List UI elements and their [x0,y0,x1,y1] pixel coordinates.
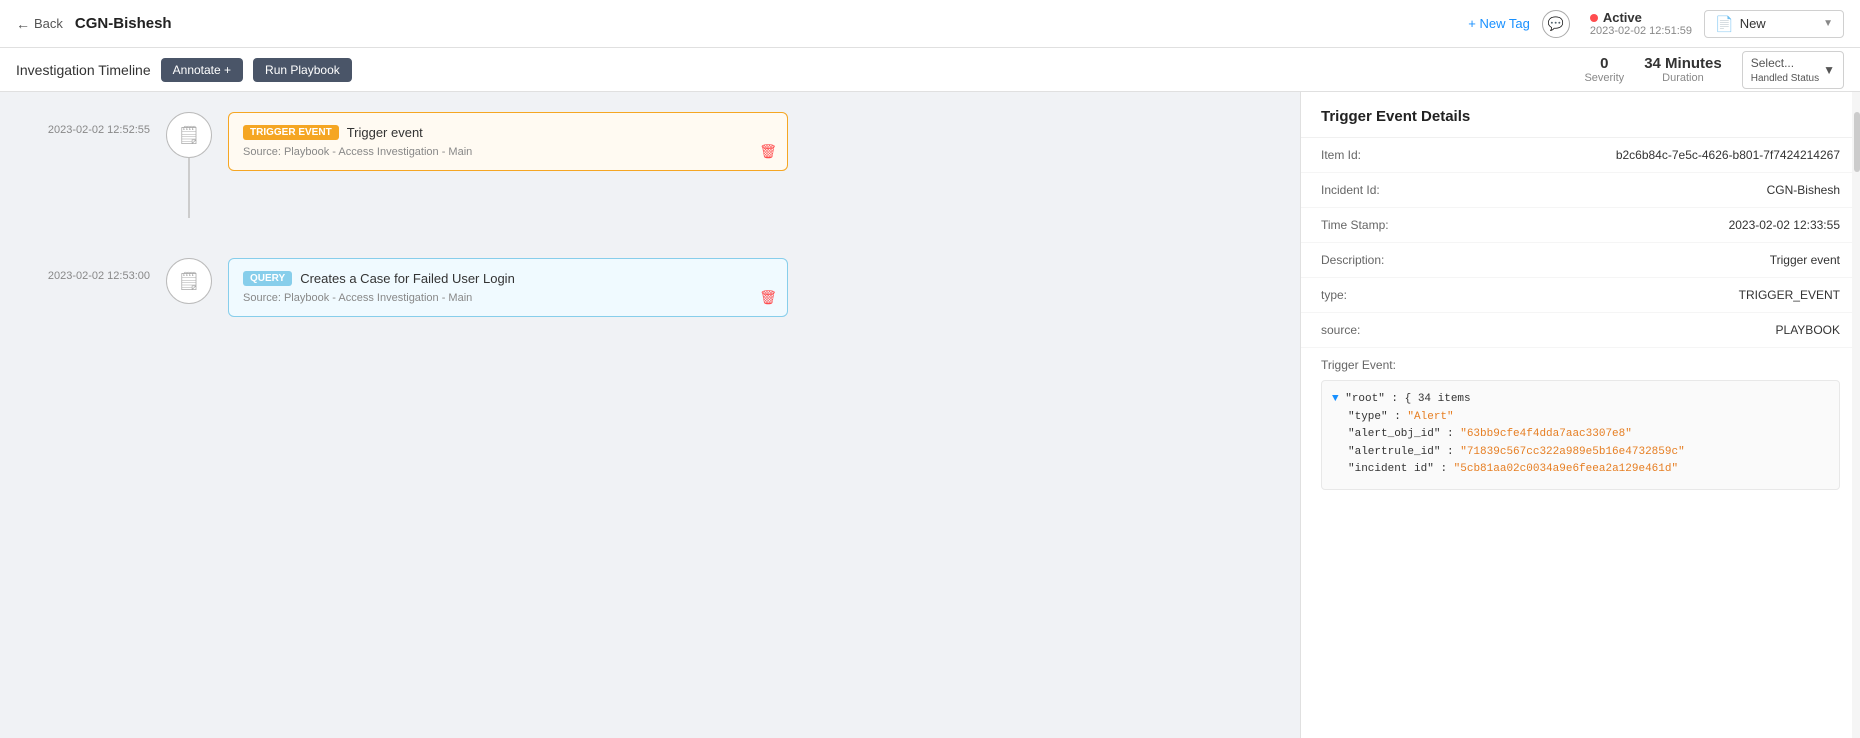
handled-status-chevron-icon: ▼ [1823,63,1835,77]
trigger-event-section: Trigger Event: ▼ "root" : { 34 items "ty… [1301,348,1860,500]
back-button[interactable]: ← Back [16,16,63,32]
type-label: type: [1321,288,1431,302]
severity-value: 0 [1600,55,1608,72]
query-badge: QUERY [243,271,292,286]
file-icon: 🗒 [178,271,201,292]
json-alert-obj-val: "63bb9cfe4f4dda7aac3307e8" [1460,428,1632,440]
file-icon: 🗒 [178,125,201,146]
card-header: TRIGGER EVENT Trigger event [243,125,773,140]
comment-icon: 💬 [1548,16,1564,32]
detail-row-item-id: Item Id: b2c6b84c-7e5c-4626-b801-7f74242… [1301,138,1860,173]
json-collapse-icon[interactable]: ▼ [1332,393,1339,405]
handled-status-text: Select... Handled Status [1751,56,1819,84]
timeline-node-icon: 🗒 [166,258,212,304]
duration-value: 34 Minutes [1644,55,1722,72]
json-incident-key: "incident id" [1348,463,1434,475]
description-label: Description: [1321,253,1431,267]
active-label: Active [1603,10,1642,25]
json-root-key: "root" : { 34 items [1345,393,1470,405]
detail-row-type: type: TRIGGER_EVENT [1301,278,1860,313]
main-content: 2023-02-02 12:52:55 🗒 TRIGGER EVENT Trig… [0,92,1860,738]
timestamp-label: Time Stamp: [1321,218,1431,232]
active-indicator: Active 2023-02-02 12:51:59 [1590,10,1692,37]
card-source: Source: Playbook - Access Investigation … [243,146,773,158]
new-tag-button[interactable]: + New Tag [1468,16,1530,31]
source-label: source: [1321,323,1431,337]
timeline-node-icon: 🗒 [166,112,212,158]
chevron-down-icon: ▼ [1823,18,1833,29]
scroll-thumb[interactable] [1854,112,1860,172]
incident-id-label: Incident Id: [1321,183,1431,197]
description-value: Trigger event [1441,253,1840,267]
sub-bar: Investigation Timeline Annotate + Run Pl… [0,48,1860,92]
annotate-button[interactable]: Annotate + [161,58,243,82]
timeline-node-wrap: 🗒 [166,258,212,304]
item-id-label: Item Id: [1321,148,1431,162]
sub-bar-right: 0 Severity 34 Minutes Duration Select...… [1584,51,1844,89]
type-value: TRIGGER_EVENT [1441,288,1840,302]
json-incident-val: "5cb81aa02c0034a9e6feea2a129e461d" [1454,463,1678,475]
json-alertrule-val: "71839c567cc322a989e5b16e4732859c" [1460,446,1684,458]
run-playbook-button[interactable]: Run Playbook [253,58,352,82]
json-body: "type" : "Alert" "alert_obj_id" : "63bb9… [1332,409,1829,479]
timeline-timestamp: 2023-02-02 12:53:00 [10,258,150,282]
detail-row-timestamp: Time Stamp: 2023-02-02 12:33:55 [1301,208,1860,243]
json-viewer: ▼ "root" : { 34 items "type" : "Alert" "… [1321,380,1840,490]
active-dot-icon [1590,14,1598,22]
trigger-event-card[interactable]: TRIGGER EVENT Trigger event Source: Play… [228,112,788,171]
back-arrow-icon: ← [16,16,30,32]
timeline-item: 2023-02-02 12:52:55 🗒 TRIGGER EVENT Trig… [10,112,1280,218]
card-delete-button[interactable]: 🗑 [759,289,777,306]
handled-status-dropdown[interactable]: Select... Handled Status ▼ [1742,51,1844,89]
query-event-card[interactable]: QUERY Creates a Case for Failed User Log… [228,258,788,317]
incident-title: CGN-Bishesh [75,15,172,32]
top-bar: ← Back CGN-Bishesh + New Tag 💬 Active 20… [0,0,1860,48]
investigation-timeline-label: Investigation Timeline [16,62,151,78]
back-label: Back [34,16,63,31]
json-alertrule-key: "alertrule_id" [1348,446,1440,458]
timestamp-value: 2023-02-02 12:33:55 [1441,218,1840,232]
document-icon: 📄 [1715,15,1734,33]
card-title: Trigger event [347,125,423,140]
card-title: Creates a Case for Failed User Login [300,271,515,286]
card-delete-button[interactable]: 🗑 [759,143,777,160]
details-panel: Trigger Event Details Item Id: b2c6b84c-… [1300,92,1860,738]
duration-label: Duration [1662,72,1704,84]
json-type-val: "Alert" [1407,411,1453,423]
new-status-dropdown[interactable]: 📄 New ▼ [1704,10,1844,38]
trigger-event-section-label: Trigger Event: [1321,358,1840,372]
comment-icon-button[interactable]: 💬 [1542,10,1570,38]
timeline-node-wrap: 🗒 [166,112,212,218]
detail-row-description: Description: Trigger event [1301,243,1860,278]
sub-bar-left: Investigation Timeline Annotate + Run Pl… [16,58,1574,82]
severity-metric: 0 Severity [1584,55,1624,84]
timeline-item: 2023-02-02 12:53:00 🗒 QUERY Creates a Ca… [10,258,1280,317]
detail-row-incident-id: Incident Id: CGN-Bishesh [1301,173,1860,208]
timeline-connector-line [188,158,190,218]
trigger-badge: TRIGGER EVENT [243,125,339,140]
new-badge-label: New [1740,16,1817,31]
detail-row-source: source: PLAYBOOK [1301,313,1860,348]
source-value: PLAYBOOK [1441,323,1840,337]
active-date: 2023-02-02 12:51:59 [1590,25,1692,37]
json-alert-obj-key: "alert_obj_id" [1348,428,1440,440]
timeline-area: 2023-02-02 12:52:55 🗒 TRIGGER EVENT Trig… [0,92,1300,738]
timeline-timestamp: 2023-02-02 12:52:55 [10,112,150,136]
duration-metric: 34 Minutes Duration [1644,55,1722,84]
scroll-track [1852,92,1860,738]
item-id-value: b2c6b84c-7e5c-4626-b801-7f7424214267 [1441,148,1840,162]
card-source: Source: Playbook - Access Investigation … [243,292,773,304]
severity-label: Severity [1584,72,1624,84]
card-header: QUERY Creates a Case for Failed User Log… [243,271,773,286]
json-type-key: "type" [1348,411,1388,423]
incident-id-value: CGN-Bishesh [1441,183,1840,197]
details-header: Trigger Event Details [1301,92,1860,138]
